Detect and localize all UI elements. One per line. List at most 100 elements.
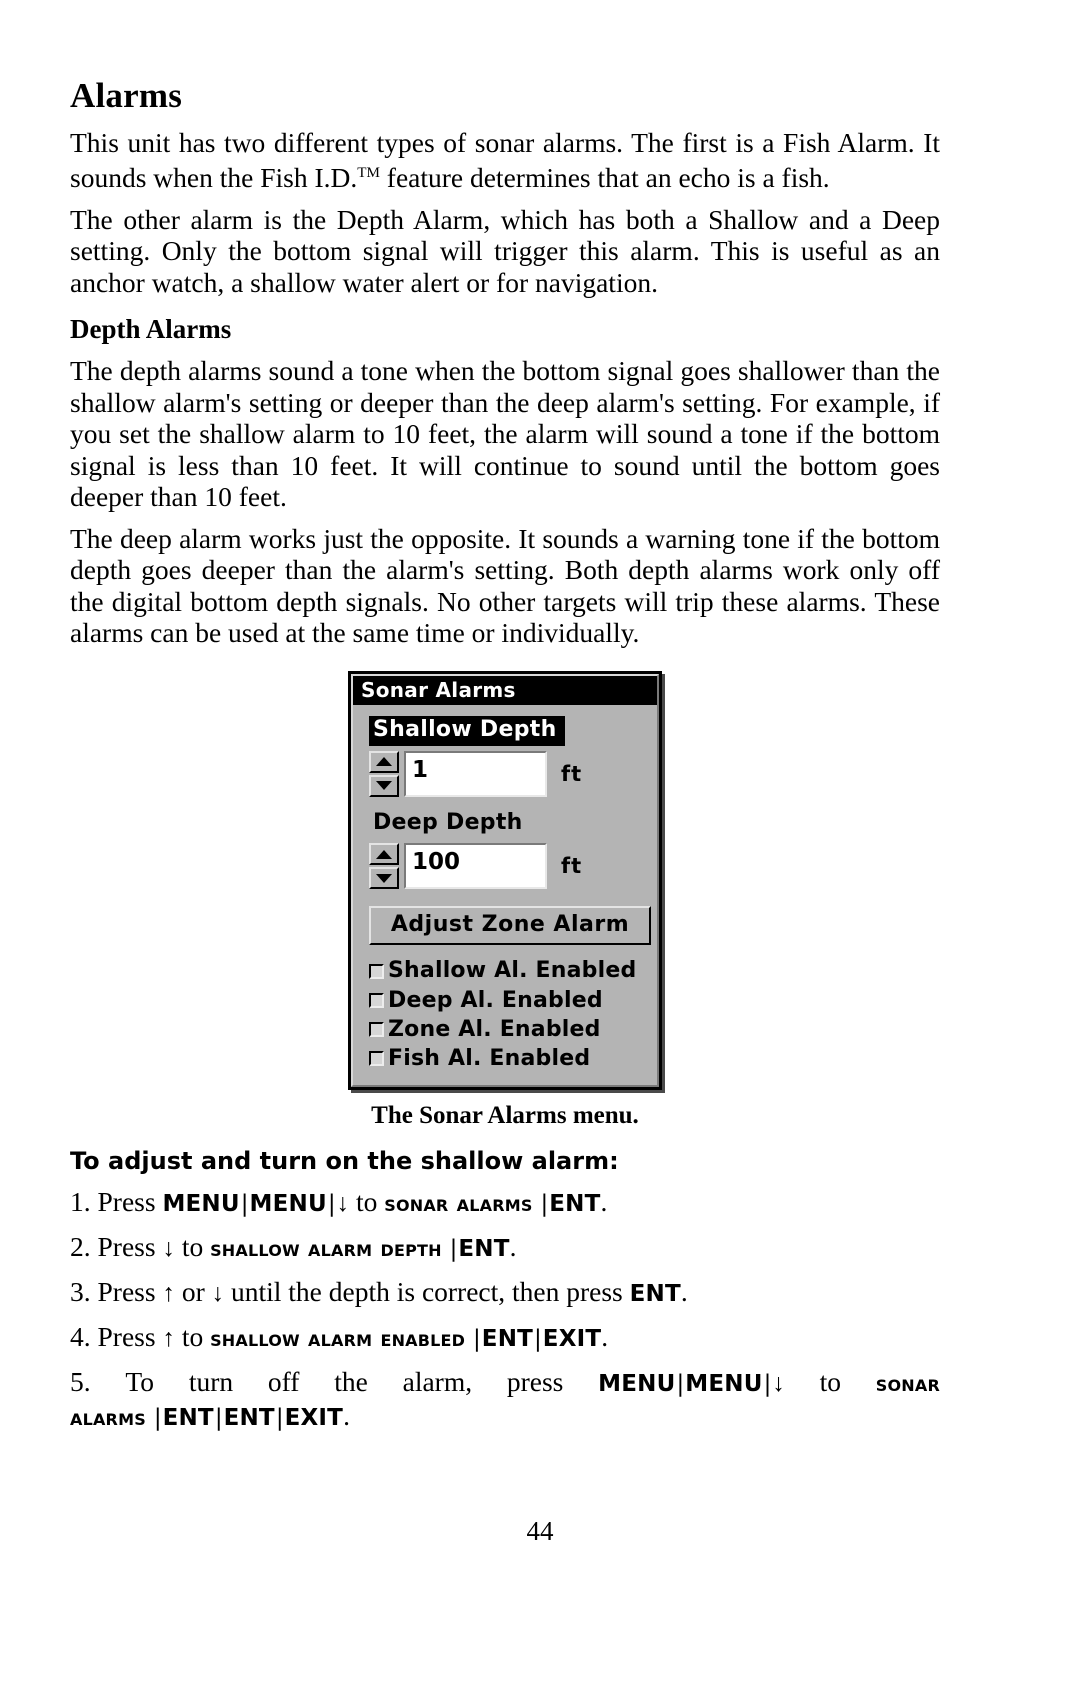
shallow-depth-input[interactable]: 1 — [404, 750, 547, 797]
step-1-period: . — [600, 1186, 608, 1218]
step-1-verb: Press — [97, 1186, 156, 1218]
adjust-zone-alarm-button[interactable]: Adjust Zone Alarm — [369, 906, 651, 946]
paragraph-intro: This unit has two different types of son… — [70, 127, 940, 194]
step-5-key-menu-1: MENU — [598, 1371, 676, 1398]
shallow-depth-field: Shallow Depth 1 ft — [353, 705, 657, 797]
shallow-depth-spinner[interactable] — [369, 750, 399, 797]
deep-depth-field: Deep Depth 100 ft — [353, 797, 657, 890]
checkbox-deep-al-enabled[interactable] — [369, 992, 384, 1008]
page-title: Alarms — [70, 76, 183, 115]
step-5-sep-1: | — [676, 1371, 685, 1398]
step-5-text-a: To turn off the alarm, press — [125, 1366, 564, 1398]
step-1-arrow-down-icon: ↓ — [336, 1190, 350, 1218]
instruction-step-2: 2. Press ↓ to Shallow Alarm Depth |ENT. — [70, 1231, 940, 1265]
step-1-to: to — [355, 1186, 378, 1218]
checkbox-row-fish-al-enabled[interactable]: Fish Al. Enabled — [369, 1046, 657, 1071]
paragraph-intro-rest: feature determines that an echo is a fis… — [379, 162, 830, 194]
step-5-period: . — [343, 1400, 350, 1432]
step-1-key-menu-1: MENU — [162, 1191, 240, 1218]
step-1-sep-1: | — [240, 1191, 249, 1218]
sonar-alarms-dialog: Sonar Alarms Shallow Depth 1 ft Deep Dep… — [348, 670, 662, 1090]
shallow-depth-unit: ft — [561, 761, 583, 786]
deep-spin-down-button[interactable] — [369, 867, 399, 890]
step-2-to: to — [181, 1231, 204, 1263]
dialog-inner-frame: Sonar Alarms Shallow Depth 1 ft Deep Dep… — [351, 673, 659, 1087]
step-2-sep-1: | — [449, 1236, 458, 1263]
figure-sonar-alarms: Sonar Alarms Shallow Depth 1 ft Deep Dep… — [70, 670, 940, 1130]
step-1-sep-2: | — [327, 1191, 336, 1218]
step-1-sep-3: | — [540, 1191, 549, 1218]
shallow-depth-label: Shallow Depth — [369, 715, 565, 746]
step-5-number: 5. — [70, 1366, 91, 1398]
deep-depth-spinner[interactable] — [369, 843, 399, 890]
step-4-sep-1: | — [473, 1326, 481, 1353]
step-3-period: . — [680, 1276, 688, 1308]
page-number: 44 — [526, 1516, 554, 1546]
document-page: Alarms This unit has two different types… — [70, 0, 940, 1682]
step-5-arrow-down-icon: ↓ — [772, 1370, 785, 1398]
step-4-to: to — [181, 1321, 204, 1353]
shallow-spin-down-button[interactable] — [369, 774, 399, 797]
deep-spin-up-button[interactable] — [369, 843, 399, 866]
checkbox-zone-al-enabled[interactable] — [369, 1022, 384, 1038]
triangle-down-icon — [376, 873, 392, 883]
step-1-number: 1. — [70, 1186, 91, 1218]
instruction-step-3: 3. Press ↑ or ↓ until the depth is corre… — [70, 1276, 940, 1310]
trademark-symbol: TM — [357, 165, 380, 182]
dialog-titlebar: Sonar Alarms — [353, 675, 657, 705]
shallow-spin-up-button[interactable] — [369, 750, 399, 773]
instruction-step-4: 4. Press ↑ to Shallow Alarm Enabled |ENT… — [70, 1321, 940, 1355]
checkbox-label-zone-al-enabled: Zone Al. Enabled — [388, 1017, 601, 1043]
checkbox-label-deep-al-enabled: Deep Al. Enabled — [388, 987, 603, 1013]
step-1-key-ent: ENT — [549, 1191, 601, 1218]
step-5-sep-3: | — [153, 1405, 162, 1432]
step-3-text-a: Press — [97, 1276, 156, 1308]
paragraph-depth-alarm: The other alarm is the Depth Alarm, whic… — [70, 203, 940, 298]
step-5-key-ent-1: ENT — [162, 1405, 214, 1432]
checkbox-fish-al-enabled[interactable] — [369, 1051, 384, 1067]
step-4-verb: Press — [97, 1321, 156, 1353]
step-3-text-b: until the depth is correct, then press — [230, 1276, 623, 1308]
step-3-key-ent: ENT — [629, 1281, 681, 1308]
checkbox-row-deep-al-enabled[interactable]: Deep Al. Enabled — [369, 988, 657, 1013]
checkbox-row-zone-al-enabled[interactable]: Zone Al. Enabled — [369, 1017, 657, 1042]
step-3-arrow-down-icon: ↓ — [211, 1280, 225, 1308]
section-heading-depth-alarms: Depth Alarms — [70, 314, 232, 345]
triangle-up-icon — [376, 849, 392, 859]
deep-depth-unit: ft — [561, 854, 583, 879]
deep-depth-label: Deep Depth — [373, 809, 523, 835]
alarm-checkbox-list: Shallow Al. Enabled Deep Al. Enabled Zon… — [353, 958, 657, 1071]
paragraph-deep-explanation: The deep alarm works just the opposite. … — [70, 522, 940, 649]
step-4-arrow-up-icon: ↑ — [162, 1325, 175, 1353]
step-5-key-ent-2: ENT — [223, 1405, 275, 1432]
step-2-verb: Press — [97, 1231, 156, 1263]
step-4-sep-2: | — [534, 1326, 542, 1353]
deep-depth-row: 100 ft — [369, 843, 657, 890]
paragraph-shallow-explanation: The depth alarms sound a tone when the b… — [70, 355, 940, 513]
step-5-sep-4: | — [214, 1405, 223, 1432]
deep-depth-input[interactable]: 100 — [404, 843, 547, 890]
step-2-arrow-down-icon: ↓ — [162, 1235, 175, 1263]
step-5-sep-5: | — [275, 1405, 284, 1432]
step-4-period: . — [601, 1321, 609, 1353]
step-5-to: to — [819, 1366, 841, 1398]
step-5-key-menu-2: MENU — [685, 1371, 763, 1398]
checkbox-shallow-al-enabled[interactable] — [369, 963, 384, 979]
instruction-step-5: 5. To turn off the alarm, press MENU|MEN… — [70, 1366, 940, 1434]
checkbox-label-shallow-al-enabled: Shallow Al. Enabled — [388, 958, 637, 984]
step-3-number: 3. — [70, 1276, 91, 1308]
step-3-or: or — [181, 1276, 205, 1308]
instruction-step-1: 1. Press MENU|MENU|↓ to Sonar Alarms |EN… — [70, 1186, 940, 1220]
instructions-heading: To adjust and turn on the shallow alarm: — [70, 1146, 619, 1175]
step-3-arrow-up-icon: ↑ — [162, 1280, 175, 1308]
step-4-number: 4. — [70, 1321, 91, 1353]
checkbox-label-fish-al-enabled: Fish Al. Enabled — [388, 1046, 591, 1072]
figure-caption: The Sonar Alarms menu. — [371, 1101, 639, 1129]
shallow-depth-row: 1 ft — [369, 750, 657, 797]
step-1-key-menu-2: MENU — [249, 1191, 327, 1218]
step-2-period: . — [509, 1231, 517, 1263]
step-4-key-ent: ENT — [481, 1326, 534, 1353]
checkbox-row-shallow-al-enabled[interactable]: Shallow Al. Enabled — [369, 958, 657, 983]
step-2-key-ent: ENT — [458, 1236, 510, 1263]
step-1-menu-sonar-alarms: Sonar Alarms — [384, 1191, 533, 1218]
